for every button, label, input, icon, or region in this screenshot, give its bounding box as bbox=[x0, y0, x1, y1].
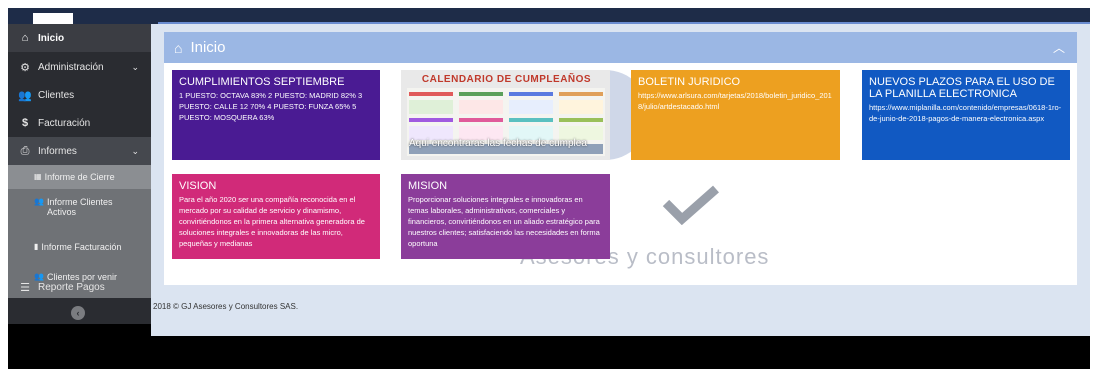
sidebar-bottom-area bbox=[8, 324, 151, 369]
print-icon: ⎙ bbox=[20, 144, 30, 157]
list-alt-icon: ☰ bbox=[20, 281, 30, 294]
check-icon bbox=[662, 185, 719, 225]
home-icon: ⌂ bbox=[174, 39, 183, 56]
tile-title: NUEVOS PLAZOS PARA EL USO DE LA PLANILLA… bbox=[869, 76, 1055, 100]
tile-calendario-cumpleanos[interactable]: CALENDARIO DE CUMPLEAÑOS Aqui encontrara… bbox=[401, 70, 610, 160]
users-icon: 👥 bbox=[18, 89, 32, 102]
tile-title: CUMPLIMIENTOS SEPTIEMBRE bbox=[179, 76, 345, 88]
sidebar-item-label: Facturación bbox=[38, 117, 91, 129]
submenu-item-label: Informe de Cierre bbox=[44, 172, 115, 182]
bottom-bar bbox=[151, 336, 1090, 369]
tile-nuevos-plazos[interactable]: NUEVOS PLAZOS PARA EL USO DE LA PLANILLA… bbox=[862, 70, 1070, 160]
sidebar-item-inicio[interactable]: ⌂ Inicio bbox=[8, 24, 151, 52]
tile-body: Proporcionar soluciones integrales e inn… bbox=[408, 195, 600, 248]
submenu-item-informe-facturacion[interactable]: ▮ Informe Facturación bbox=[8, 235, 151, 261]
box-header: ⌂ Inicio ︿ bbox=[164, 32, 1077, 63]
sidebar-item-label: Inicio bbox=[38, 32, 65, 44]
sidebar-item-label: Reporte Pagos bbox=[38, 281, 105, 293]
tile-mision[interactable]: MISION Proporcionar soluciones integrale… bbox=[401, 174, 610, 259]
chevron-down-icon: ⌄ bbox=[131, 145, 139, 156]
sidebar-item-informes[interactable]: ⎙ Informes ⌄ bbox=[8, 137, 151, 165]
chevron-up-icon[interactable]: ︿ bbox=[1053, 39, 1065, 56]
sidebar-item-clientes[interactable]: 👥 Clientes bbox=[8, 81, 151, 109]
sidebar-item-facturacion[interactable]: $ Facturación bbox=[8, 109, 151, 137]
tile-title: MISION bbox=[408, 180, 448, 192]
tile-body: 1 PUESTO: OCTAVA 83% 2 PUESTO: MADRID 82… bbox=[179, 91, 363, 122]
submenu-item-label: Informe Facturación bbox=[41, 242, 122, 252]
logo bbox=[33, 13, 73, 24]
sidebar-item-label: Administración bbox=[38, 61, 104, 73]
submenu-item-label: Informe Clientes Activos bbox=[46, 197, 113, 217]
bar-chart-icon: ▮ bbox=[34, 242, 39, 251]
image-caption: Aqui encontraras las fechas de cumplea bbox=[409, 138, 587, 149]
submenu-item-informe-cierre[interactable]: ▦ Informe de Cierre bbox=[8, 165, 151, 189]
top-navbar bbox=[8, 8, 1090, 24]
sidebar-item-administracion[interactable]: ⚙ Administración ⌄ bbox=[8, 53, 151, 81]
sidebar-item-label: Informes bbox=[38, 145, 77, 157]
image-title: CALENDARIO DE CUMPLEAÑOS bbox=[421, 74, 592, 85]
tile-link[interactable]: https://www.arlsura.com/tarjetas/2018/bo… bbox=[638, 91, 833, 113]
tile-body: Para el año 2020 ser una compañía recono… bbox=[179, 195, 365, 248]
tile-title: VISION bbox=[179, 180, 217, 192]
tile-boletin-juridico[interactable]: BOLETIN JURIDICO https://www.arlsura.com… bbox=[631, 70, 840, 160]
sidebar: ⌂ Inicio ⚙ Administración ⌄ 👥 Clientes $… bbox=[8, 24, 151, 369]
chevron-left-icon: ‹ bbox=[76, 308, 80, 318]
chevron-down-icon: ⌄ bbox=[131, 61, 139, 72]
cogs-icon: ⚙ bbox=[20, 61, 30, 74]
tile-title: BOLETIN JURIDICO bbox=[638, 76, 741, 88]
table-icon: ▦ bbox=[34, 172, 42, 181]
page-title: Inicio bbox=[190, 39, 226, 56]
dollar-icon: $ bbox=[21, 117, 29, 129]
submenu-item-informe-clientes-activos[interactable]: 👥 Informe Clientes Activos bbox=[8, 193, 151, 233]
tile-vision[interactable]: VISION Para el año 2020 ser una compañía… bbox=[172, 174, 380, 259]
sidebar-collapse-button[interactable]: ‹ bbox=[71, 306, 85, 320]
home-icon: ⌂ bbox=[21, 32, 29, 44]
footer-copyright: 2018 © GJ Asesores y Consultores SAS. bbox=[153, 302, 299, 311]
tile-cumplimientos[interactable]: CUMPLIMIENTOS SEPTIEMBRE 1 PUESTO: OCTAV… bbox=[172, 70, 380, 160]
sidebar-item-reporte-pagos[interactable]: ☰ Reporte Pagos bbox=[8, 276, 151, 298]
users-icon: 👥 bbox=[34, 197, 44, 206]
sidebar-item-label: Clientes bbox=[38, 89, 75, 101]
tile-link[interactable]: https://www.miplanilla.com/contenido/emp… bbox=[869, 103, 1063, 125]
